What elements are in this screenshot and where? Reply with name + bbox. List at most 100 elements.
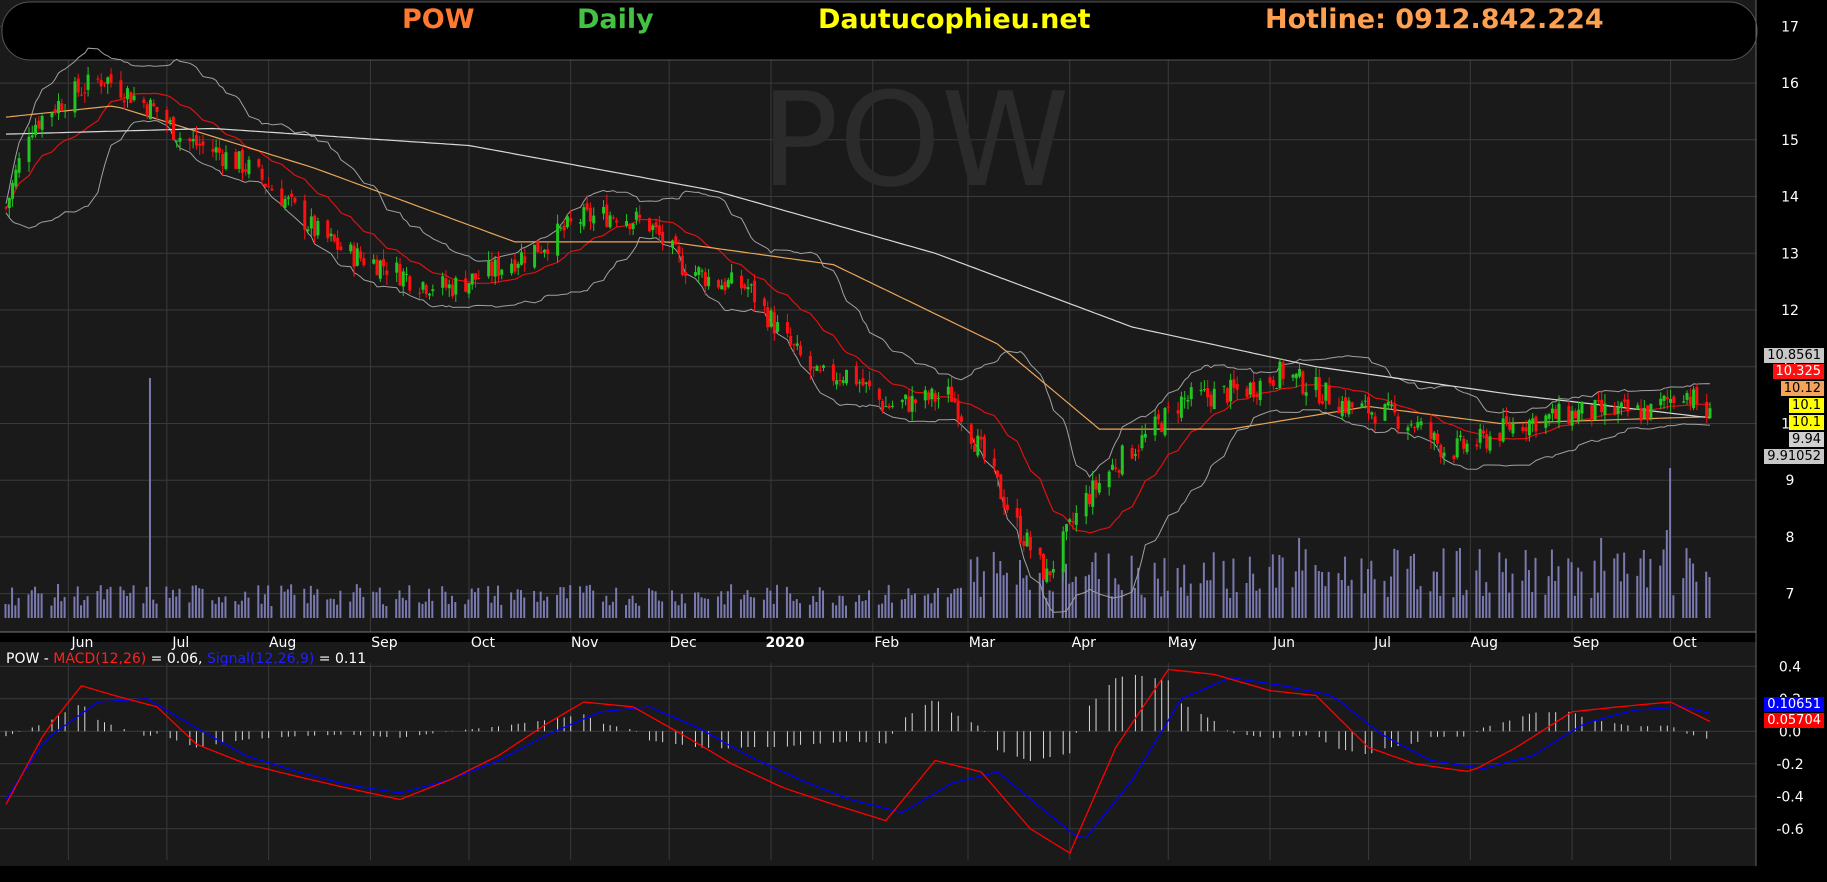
volume-bar xyxy=(487,586,490,618)
volume-bar xyxy=(900,599,903,618)
price-tick-label: 14 xyxy=(1781,190,1799,206)
volume-bar xyxy=(1406,568,1409,618)
volume-bar xyxy=(973,581,976,618)
volume-bar xyxy=(1475,570,1478,618)
volume-bar xyxy=(762,599,765,618)
candle-body xyxy=(270,188,274,191)
volume-bar xyxy=(148,378,151,618)
candle-body xyxy=(1166,406,1170,408)
date-tick-label: Dec xyxy=(670,635,697,651)
last-label-close-2: 10.1 xyxy=(1789,415,1824,430)
volume-bar xyxy=(1120,590,1123,618)
date-tick-label: Apr xyxy=(1072,635,1096,651)
volume-bar xyxy=(1396,550,1399,618)
volume-bar xyxy=(336,604,339,618)
volume-bar xyxy=(1485,582,1488,618)
candle-body xyxy=(1600,399,1604,413)
volume-bar xyxy=(996,573,999,618)
price-tick-label: 15 xyxy=(1781,133,1799,149)
volume-bar xyxy=(106,589,109,618)
volume-bar xyxy=(1110,596,1113,618)
volume-bar xyxy=(565,598,568,618)
candle-body xyxy=(1544,415,1548,428)
volume-bar xyxy=(362,596,365,618)
candle-body xyxy=(106,77,110,84)
legend-macd-name: MACD(12,26) xyxy=(53,651,147,667)
candle-body xyxy=(661,231,665,244)
last-label-bb-upper: 10.8561 xyxy=(1764,348,1824,363)
volume-bar xyxy=(293,594,296,618)
volume-bar xyxy=(1672,595,1675,618)
candle-body xyxy=(1291,374,1295,378)
date-tick-label: Aug xyxy=(1471,635,1498,651)
volume-bar xyxy=(132,585,135,618)
volume-bar xyxy=(1557,566,1560,618)
candle-body xyxy=(309,216,313,229)
candle-body xyxy=(444,278,448,288)
candle-body xyxy=(1554,408,1558,419)
volume-bar xyxy=(1255,590,1258,618)
hotline-title: Hotline: 0912.842.224 xyxy=(1265,4,1604,35)
candle-body xyxy=(175,140,179,142)
volume-bar xyxy=(1232,558,1235,618)
volume-bar xyxy=(401,597,404,618)
volume-bar xyxy=(615,587,618,618)
volume-bar xyxy=(723,604,726,618)
volume-bar xyxy=(562,587,565,618)
volume-bar xyxy=(1636,575,1639,618)
date-tick-label: Oct xyxy=(1672,635,1697,651)
candle-body xyxy=(1189,387,1193,400)
volume-bar xyxy=(283,591,286,618)
candle-body xyxy=(693,272,697,276)
last-label-ma-mid: 10.12 xyxy=(1780,381,1824,396)
volume-bar xyxy=(648,588,651,618)
volume-bar xyxy=(424,601,427,618)
candle-body xyxy=(40,115,44,130)
candle-body xyxy=(602,207,606,214)
candle-body xyxy=(1360,403,1364,408)
candle-body xyxy=(812,366,816,369)
candle-body xyxy=(1442,452,1446,457)
candle-body xyxy=(1042,554,1045,580)
candle-body xyxy=(152,103,156,107)
candle-body xyxy=(707,276,711,287)
candle-body xyxy=(1074,512,1078,525)
candle-body xyxy=(1393,404,1397,413)
candle-body xyxy=(631,223,635,229)
candle-body xyxy=(1508,423,1512,430)
candle-body xyxy=(1301,371,1305,394)
volume-bar xyxy=(313,594,316,618)
volume-bar xyxy=(260,603,263,618)
volume-bar xyxy=(431,600,434,618)
candle-body xyxy=(1028,536,1032,551)
volume-bar xyxy=(976,556,979,618)
volume-bar xyxy=(1498,552,1501,618)
candle-body xyxy=(1304,392,1308,396)
candle-body xyxy=(194,135,198,146)
candle-body xyxy=(1662,395,1666,401)
candle-body xyxy=(398,264,402,286)
volume-bar xyxy=(201,588,204,618)
volume-bar xyxy=(1156,578,1159,618)
volume-bar xyxy=(680,593,683,618)
candle-body xyxy=(697,267,701,276)
volume-bar xyxy=(1350,579,1353,618)
candle-body xyxy=(1665,397,1669,400)
volume-bar xyxy=(631,595,634,618)
volume-bar xyxy=(1705,571,1708,618)
price-tick-label: 12 xyxy=(1781,303,1799,319)
volume-bar xyxy=(516,589,519,618)
candle-body xyxy=(1183,398,1187,400)
volume-bar xyxy=(1317,570,1320,618)
symbol-title: POW xyxy=(402,4,475,35)
candle-body xyxy=(1396,416,1400,429)
volume-bar xyxy=(37,593,40,618)
candle-body xyxy=(451,284,455,297)
volume-bar xyxy=(693,592,696,618)
candle-body xyxy=(7,197,11,209)
macd-tick-label: -0.6 xyxy=(1776,822,1803,838)
volume-bar xyxy=(776,584,779,618)
volume-bar xyxy=(280,585,283,618)
candle-body xyxy=(1580,401,1584,414)
candle-body xyxy=(1685,393,1689,400)
